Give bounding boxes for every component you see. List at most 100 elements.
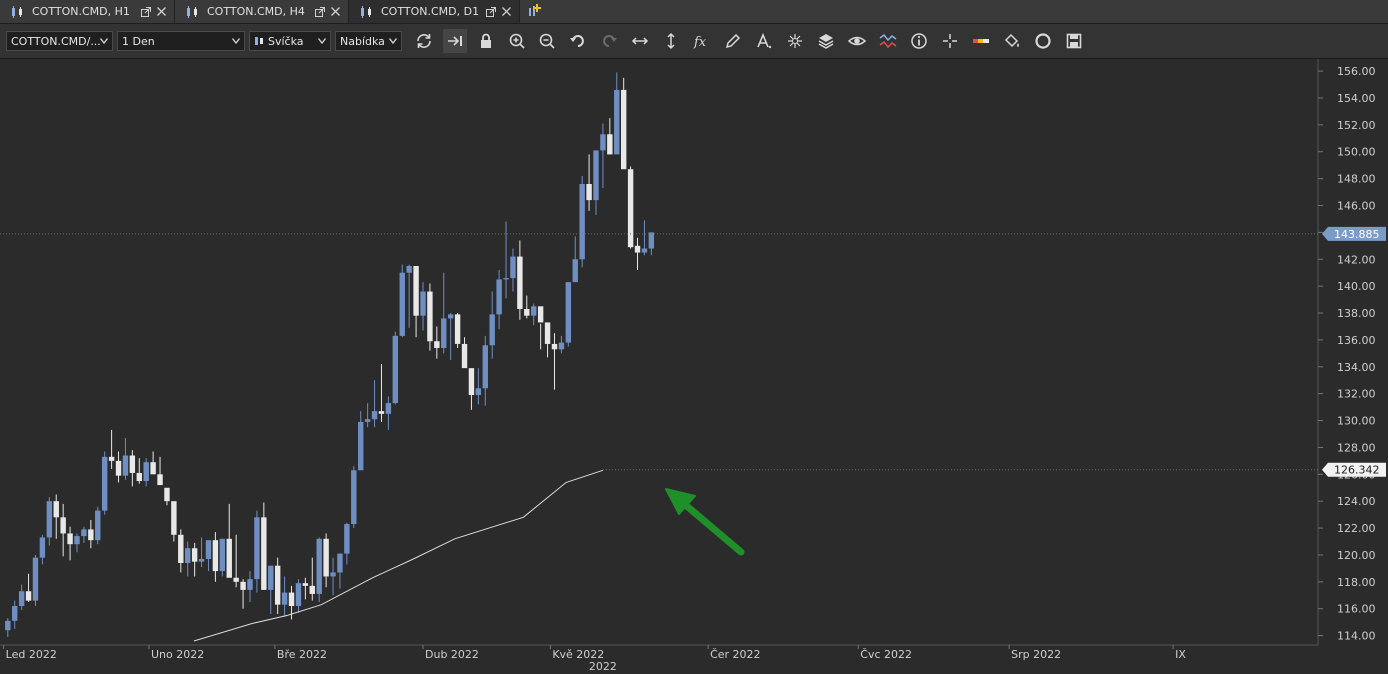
close-icon[interactable] bbox=[157, 7, 166, 16]
indicators-button[interactable]: fx bbox=[690, 29, 714, 53]
candle-body bbox=[358, 421, 364, 471]
vertical-scale-button[interactable] bbox=[659, 29, 683, 53]
candle-body bbox=[517, 256, 523, 309]
time-tick-label: Led 2022 bbox=[6, 648, 57, 661]
tab-cotton-h4[interactable]: COTTON.CMD, H4 bbox=[175, 0, 349, 23]
layers-button[interactable] bbox=[814, 29, 838, 53]
candle-body bbox=[39, 537, 46, 558]
candle-body bbox=[330, 572, 336, 577]
candle-body bbox=[607, 134, 613, 155]
candle-body bbox=[337, 553, 343, 573]
candle-body bbox=[593, 150, 599, 201]
timeframe-select[interactable]: 1 Den bbox=[117, 31, 245, 51]
lock-icon bbox=[481, 33, 491, 48]
candle-body bbox=[586, 183, 592, 201]
candle-body bbox=[185, 548, 191, 564]
price-tick-label: 142.00 bbox=[1337, 253, 1376, 266]
zoom-out-icon bbox=[539, 33, 555, 49]
price-tick-label: 140.00 bbox=[1337, 280, 1376, 293]
candle-body bbox=[323, 538, 329, 577]
refresh-button[interactable] bbox=[412, 29, 436, 53]
crosshair-button[interactable] bbox=[938, 29, 962, 53]
auto-scroll-button[interactable] bbox=[443, 29, 467, 53]
candle-body bbox=[295, 583, 302, 607]
tab-cotton-d1[interactable]: COTTON.CMD, D1 bbox=[349, 0, 520, 23]
candle-body bbox=[510, 256, 516, 279]
lock-button[interactable] bbox=[474, 29, 498, 53]
candlestick-icon bbox=[361, 5, 371, 18]
price-type-select-value: Nabídka bbox=[340, 34, 385, 48]
add-chart-tab-icon[interactable] bbox=[526, 3, 542, 19]
info-button[interactable] bbox=[907, 29, 931, 53]
candle-body bbox=[191, 548, 198, 562]
symbol-select[interactable]: COTTON.CMD/... bbox=[6, 31, 113, 51]
zoom-out-button[interactable] bbox=[535, 29, 559, 53]
candle-body bbox=[302, 583, 309, 586]
undo-button[interactable] bbox=[566, 29, 590, 53]
candle-body bbox=[475, 388, 482, 396]
candle-body bbox=[413, 265, 419, 316]
chart-type-select[interactable]: Svíčka bbox=[249, 31, 331, 51]
candle-body bbox=[392, 335, 399, 404]
zoom-in-button[interactable] bbox=[505, 29, 529, 53]
tab-label: COTTON.CMD, H4 bbox=[207, 5, 305, 18]
candle-body bbox=[122, 455, 129, 476]
price-tick-label: 152.00 bbox=[1337, 119, 1376, 132]
candle-body bbox=[344, 524, 350, 554]
time-tick-label: Čvc 2022 bbox=[860, 648, 912, 661]
popout-icon[interactable] bbox=[141, 6, 151, 17]
price-tick-label: 114.00 bbox=[1337, 630, 1376, 643]
chart-toolbar: COTTON.CMD/... 1 Den Svíčka Nabídka fx bbox=[0, 24, 1388, 59]
candle-body bbox=[67, 533, 73, 545]
crosshair-star-icon bbox=[788, 34, 802, 48]
compare-button[interactable] bbox=[876, 29, 900, 53]
visibility-button[interactable] bbox=[845, 29, 869, 53]
text-tool-button[interactable] bbox=[752, 29, 776, 53]
time-tick-label: Čer 2022 bbox=[710, 648, 760, 661]
redo-button[interactable] bbox=[597, 29, 621, 53]
price-tick-label: 118.00 bbox=[1337, 576, 1376, 589]
fill-color-button[interactable] bbox=[1000, 29, 1024, 53]
info-icon bbox=[911, 33, 927, 49]
candle-body bbox=[309, 585, 315, 594]
time-tick-label: Bře 2022 bbox=[277, 648, 327, 661]
candlestick-icon bbox=[12, 5, 22, 18]
candle-body bbox=[281, 592, 288, 605]
chart-canvas[interactable]: 114.00 116.00 118.00 120.00 122.00 124.00 126.… bbox=[0, 59, 1388, 673]
draw-pencil-button[interactable] bbox=[721, 29, 745, 53]
templates-button[interactable] bbox=[1031, 29, 1055, 53]
price-chart[interactable]: 114.00 116.00 118.00 120.00 122.00 124.00 126.… bbox=[0, 59, 1388, 673]
candle-body bbox=[101, 456, 108, 511]
candle-body bbox=[171, 501, 177, 535]
horizontal-scale-button[interactable] bbox=[628, 29, 652, 53]
tab-cotton-h1[interactable]: COTTON.CMD, H1 bbox=[0, 0, 175, 23]
candle-body bbox=[427, 291, 433, 342]
price-tick-label: 138.00 bbox=[1337, 307, 1376, 320]
candle-body bbox=[447, 314, 454, 319]
candle-body bbox=[288, 592, 295, 607]
candle-body bbox=[25, 591, 32, 601]
save-button[interactable] bbox=[1062, 29, 1086, 53]
popout-icon[interactable] bbox=[315, 6, 325, 17]
price-type-select[interactable]: Nabídka bbox=[335, 31, 402, 51]
candle-body bbox=[531, 306, 537, 316]
price-tick-label: 116.00 bbox=[1337, 603, 1376, 616]
close-icon[interactable] bbox=[502, 7, 511, 16]
indicator-fx-icon: fx bbox=[693, 35, 707, 50]
objects-button[interactable] bbox=[783, 29, 807, 53]
price-tick-label: 154.00 bbox=[1337, 92, 1376, 105]
candle-body bbox=[136, 472, 142, 482]
refresh-icon bbox=[417, 34, 431, 48]
vertical-arrows-icon bbox=[667, 32, 675, 50]
candlestick-icon bbox=[255, 37, 263, 45]
scroll-right-icon bbox=[448, 36, 462, 46]
chart-type-select-value: Svíčka bbox=[268, 34, 304, 48]
time-tick-label: Dub 2022 bbox=[425, 648, 479, 661]
price-marker-button[interactable] bbox=[969, 29, 993, 53]
popout-icon[interactable] bbox=[486, 6, 496, 17]
candle-body bbox=[496, 279, 502, 315]
close-icon[interactable] bbox=[331, 7, 340, 16]
candle-body bbox=[351, 470, 357, 525]
candle-body bbox=[648, 232, 655, 249]
candle-body bbox=[634, 245, 641, 253]
